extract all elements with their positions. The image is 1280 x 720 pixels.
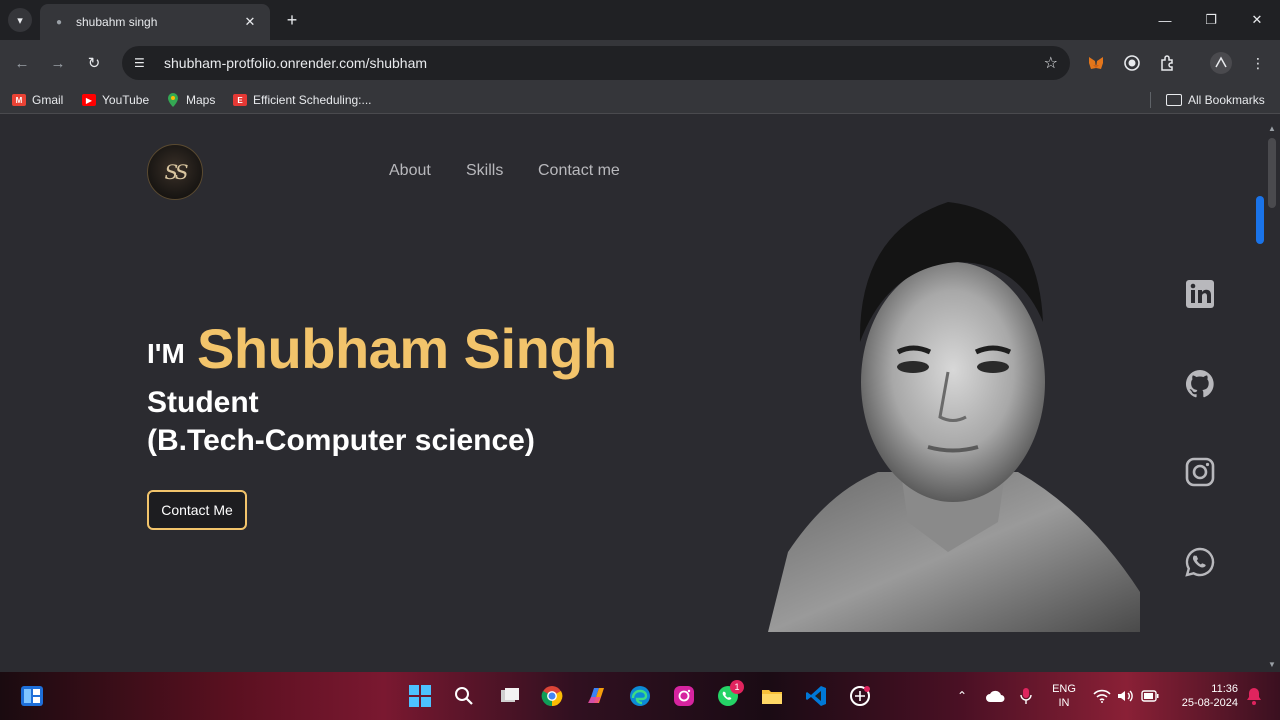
page-scrollbar[interactable]: ▲ ▼	[1264, 122, 1280, 672]
language-code: ENG	[1052, 683, 1076, 695]
maps-icon	[166, 93, 180, 107]
nav-contact[interactable]: Contact me	[538, 162, 620, 180]
scrollbar-thumb[interactable]	[1268, 138, 1276, 208]
profile-photo	[768, 202, 1140, 632]
nav-about[interactable]: About	[389, 162, 431, 180]
clock-date: 25-08-2024	[1181, 697, 1238, 709]
url-text[interactable]: shubham-protfolio.onrender.com/shubham	[164, 55, 1044, 71]
hero-role-line2: (B.Tech-Computer science)	[147, 424, 535, 457]
task-view-icon[interactable]	[496, 682, 524, 710]
restore-button[interactable]: ❐	[1188, 0, 1234, 40]
whatsapp-badge: 1	[730, 680, 744, 694]
reload-button[interactable]: ↻	[82, 51, 106, 75]
bookmark-label: Efficient Scheduling:...	[253, 93, 372, 107]
hero-name: Shubham Singh	[197, 317, 617, 380]
onedrive-cloud-icon[interactable]	[982, 682, 1010, 710]
chrome-icon[interactable]	[538, 682, 566, 710]
bookmark-star-icon[interactable]: ☆	[1044, 53, 1058, 73]
battery-icon[interactable]	[1136, 682, 1164, 710]
record-extension-icon[interactable]	[1121, 52, 1143, 74]
hero-prefix: I'M	[147, 338, 185, 369]
active-tab[interactable]: ● shubahm singh ✕	[40, 4, 270, 40]
hero-role: Student (B.Tech-Computer science)	[147, 384, 535, 460]
tab-search-button[interactable]: ▾	[8, 8, 32, 32]
start-windows-icon[interactable]	[406, 682, 434, 710]
bookmark-label: Gmail	[32, 93, 64, 107]
linkedin-icon[interactable]	[1184, 278, 1216, 310]
edge-icon[interactable]	[626, 682, 654, 710]
file-explorer-icon[interactable]	[758, 682, 786, 710]
portfolio-page: SS About Skills Contact me I'M Shubham S…	[0, 122, 1264, 672]
gmail-icon: M	[12, 94, 26, 106]
github-icon[interactable]	[1184, 368, 1216, 400]
site-info-icon[interactable]: ☰	[134, 56, 152, 70]
close-window-button[interactable]: ✕	[1234, 0, 1280, 40]
nav-skills[interactable]: Skills	[466, 162, 503, 180]
instagram-app-icon[interactable]	[670, 682, 698, 710]
youtube-icon: ▶	[82, 94, 96, 106]
language-indicator[interactable]: ENG IN	[1044, 682, 1084, 710]
widgets-icon[interactable]	[18, 682, 46, 710]
bookmark-label: Maps	[186, 93, 216, 107]
notification-bell-icon[interactable]	[1240, 682, 1268, 710]
address-bar[interactable]: ☰ shubham-protfolio.onrender.com/shubham…	[122, 46, 1070, 80]
search-icon[interactable]	[450, 682, 478, 710]
extensions-puzzle-icon[interactable]	[1157, 52, 1179, 74]
site-logo[interactable]: SS	[147, 144, 203, 200]
browser-toolbar: ← → ↻ ☰ shubham-protfolio.onrender.com/s…	[0, 40, 1280, 86]
tab-favicon-icon: ●	[55, 16, 63, 28]
copilot-icon[interactable]	[582, 682, 610, 710]
browser-menu-icon[interactable]: ⋮	[1247, 52, 1269, 74]
vscode-icon[interactable]	[802, 682, 830, 710]
scroll-up-arrow-icon[interactable]: ▲	[1268, 124, 1276, 133]
all-bookmarks-label: All Bookmarks	[1188, 93, 1265, 107]
microphone-icon[interactable]	[1012, 682, 1040, 710]
hero-role-line1: Student	[147, 386, 259, 419]
forward-button[interactable]: →	[46, 51, 70, 75]
system-clock[interactable]: 11:36 25-08-2024	[1168, 682, 1238, 710]
whatsapp-icon[interactable]	[1184, 546, 1216, 578]
bookmark-gmail[interactable]: M Gmail	[12, 92, 63, 108]
minimize-button[interactable]: —	[1142, 0, 1188, 40]
new-tab-button[interactable]: +	[282, 10, 302, 30]
bookmark-maps[interactable]: Maps	[166, 92, 215, 108]
bookmark-scheduling[interactable]: E Efficient Scheduling:...	[233, 92, 372, 108]
bookmarks-bar: M Gmail ▶ YouTube Maps E Efficient Sched…	[0, 86, 1280, 114]
bookmark-label: YouTube	[102, 93, 150, 107]
tab-close-icon[interactable]: ✕	[242, 14, 258, 30]
contact-me-button[interactable]: Contact Me	[147, 490, 247, 530]
clock-time: 11:36	[1211, 683, 1238, 695]
tab-title: shubahm singh	[76, 15, 158, 29]
tab-strip: ▾ ● shubahm singh ✕ + — ❐ ✕	[0, 0, 1280, 40]
bookmark-youtube[interactable]: ▶ YouTube	[82, 92, 149, 108]
window-controls: — ❐ ✕	[1142, 0, 1280, 40]
show-hidden-icons-chevron-icon[interactable]: ⌃	[948, 682, 976, 710]
scheduling-icon: E	[233, 94, 247, 106]
instagram-icon[interactable]	[1184, 456, 1216, 488]
chatgpt-icon[interactable]	[846, 682, 874, 710]
back-button[interactable]: ←	[10, 51, 34, 75]
scroll-indicator	[1256, 196, 1264, 244]
bookmarks-divider	[1150, 92, 1151, 108]
region-code: IN	[1058, 697, 1070, 709]
profile-avatar[interactable]	[1210, 52, 1232, 74]
scroll-down-arrow-icon[interactable]: ▼	[1268, 660, 1276, 669]
logo-text: SS	[164, 160, 188, 184]
metamask-extension-icon[interactable]	[1085, 52, 1107, 74]
folder-icon	[1166, 94, 1182, 106]
windows-taskbar: 1 ⌃ ENG IN 11:36 25-08-2024	[0, 672, 1280, 720]
all-bookmarks-button[interactable]: All Bookmarks	[1166, 92, 1265, 108]
